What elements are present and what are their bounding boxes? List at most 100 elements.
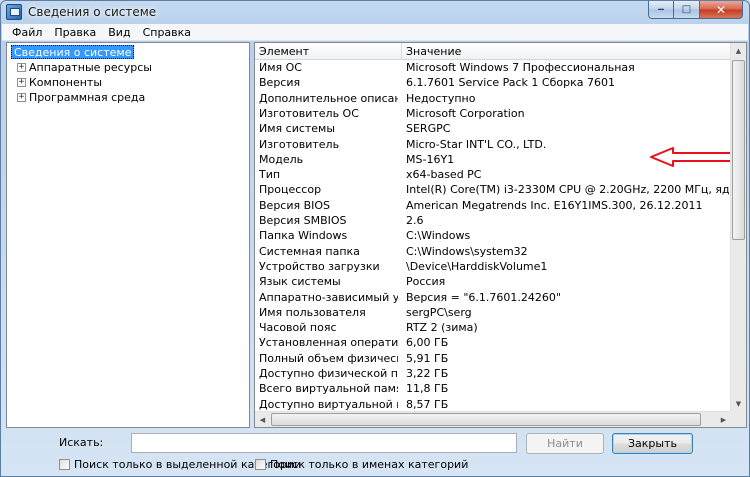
table-row[interactable]: Язык системы Россия (255, 274, 732, 289)
minimize-icon: ‒ (657, 4, 665, 15)
table-row[interactable]: Версия BIOS American Megatrends Inc. E16Y… (255, 198, 732, 213)
tree-item-components[interactable]: + Компоненты (17, 75, 102, 90)
grid-header: Элемент Значение (255, 43, 732, 60)
table-row[interactable]: Доступно виртуальной памяти 8,57 ГБ (255, 397, 732, 412)
expand-plus-icon[interactable]: + (17, 93, 26, 102)
expand-plus-icon[interactable]: + (17, 63, 26, 72)
details-grid: Элемент Значение Имя ОС Microsoft Windows… (254, 42, 747, 428)
tree-item-label: Программная среда (29, 91, 146, 104)
row-element-cell: Версия BIOS (259, 198, 331, 212)
table-row[interactable]: Устройство загрузки \Device\HarddiskVolum… (255, 259, 732, 274)
row-value-cell: Microsoft Windows 7 Профессиональная (406, 61, 635, 74)
row-element-cell: Полный объем физической па... (259, 351, 398, 365)
row-element-cell: Модель (259, 152, 304, 166)
row-value-cell: C:\Windows\system32 (406, 244, 528, 258)
table-row[interactable]: Имя системы SERGPC (255, 121, 732, 136)
table-row[interactable]: Доступно физической памяти 3,22 ГБ (255, 366, 732, 381)
scroll-down-button[interactable]: ▼ (731, 396, 746, 412)
row-element-cell: Версия SMBIOS (259, 214, 347, 227)
table-row[interactable]: Версия SMBIOS 2.6 (255, 213, 732, 228)
row-value-cell: Россия (406, 275, 446, 289)
maximize-button[interactable]: □ (674, 1, 700, 19)
arrow-right-icon: ▶ (720, 416, 727, 424)
grid-rows: Имя ОС Microsoft Windows 7 Профессиональн… (255, 60, 732, 412)
category-tree: Сведения о системе + Аппаратные ресурсы … (6, 42, 250, 428)
table-row[interactable]: Часовой пояс RTZ 2 (зима) (255, 320, 732, 335)
arrow-down-icon: ▼ (735, 400, 742, 408)
horizontal-scroll-thumb[interactable] (271, 413, 701, 426)
column-header-element[interactable]: Элемент (255, 43, 402, 60)
row-element-cell: Доступно виртуальной памяти (259, 397, 398, 411)
row-value-cell: 2.6 (406, 214, 424, 227)
checkbox[interactable] (59, 459, 70, 470)
row-element-cell: Дополнительное описание ОС (259, 91, 398, 105)
row-value-cell: 6.1.7601 Service Pack 1 Сборка 7601 (406, 76, 615, 90)
title-bar[interactable]: Сведения о системе ‒ □ ✕ (1, 1, 749, 23)
menu-file[interactable]: Файл (6, 26, 48, 39)
menu-edit[interactable]: Правка (48, 26, 102, 39)
row-element-cell: Язык системы (259, 275, 341, 289)
row-element-cell: Аппаратно-зависимый уровен... (259, 290, 398, 304)
row-element-cell: Изготовитель (259, 137, 340, 151)
row-value-cell: x64-based PC (406, 168, 482, 182)
table-row[interactable]: Папка Windows C:\Windows (255, 228, 732, 243)
option-category-names[interactable]: Поиск только в именах категорий (255, 458, 468, 471)
row-element-cell: Системная папка (259, 244, 360, 258)
row-value-cell: RTZ 2 (зима) (406, 321, 478, 335)
tree-item-hardware[interactable]: + Аппаратные ресурсы (17, 60, 152, 75)
row-value-cell: \Device\HarddiskVolume1 (406, 259, 548, 273)
table-row[interactable]: Процессор Intel(R) Core(TM) i3-2330M CPU … (255, 182, 732, 197)
row-element-cell: Тип (259, 168, 281, 182)
row-element-cell: Версия (259, 76, 301, 90)
row-value-cell: 3,22 ГБ (406, 367, 449, 380)
close-window-button[interactable]: ✕ (700, 1, 743, 19)
option-label: Поиск только в именах категорий (270, 458, 469, 471)
table-row[interactable]: Изготовитель ОС Microsoft Corporation (255, 106, 732, 121)
horizontal-scrollbar[interactable]: ◀ ▶ (255, 411, 732, 427)
scroll-right-button[interactable]: ▶ (716, 412, 731, 427)
expand-plus-icon[interactable]: + (17, 78, 26, 87)
row-element-cell: Имя системы (259, 122, 336, 136)
row-value-cell: American Megatrends Inc. E16Y1IMS.300, 2… (406, 198, 703, 212)
checkbox[interactable] (255, 459, 266, 470)
search-label: Искать: (59, 436, 104, 449)
scroll-up-button[interactable]: ▲ (731, 43, 746, 59)
row-value-cell: Недоступно (406, 91, 476, 105)
row-element-cell: Установленная оперативная п... (259, 336, 398, 350)
find-button[interactable]: Найти (526, 433, 604, 454)
table-row[interactable]: Имя пользователя sergPC\serg (255, 305, 732, 320)
table-row[interactable]: Полный объем физической па... 5,91 ГБ (255, 351, 732, 366)
system-info-window: Сведения о системе ‒ □ ✕ Файл Правка Вид… (0, 0, 750, 477)
search-input[interactable] (131, 433, 517, 453)
table-row[interactable]: Системная папка C:\Windows\system32 (255, 244, 732, 259)
row-value-cell: C:\Windows (406, 229, 471, 243)
vertical-scroll-thumb[interactable] (732, 60, 745, 240)
tree-item-label: Сведения о системе (11, 44, 135, 59)
table-row[interactable]: Имя ОС Microsoft Windows 7 Профессиональн… (255, 60, 732, 75)
scrollbar-corner (730, 411, 746, 427)
minimize-button[interactable]: ‒ (648, 1, 674, 19)
row-value-cell: Intel(R) Core(TM) i3-2330M CPU @ 2.20GHz… (406, 183, 732, 197)
row-element-cell: Имя пользователя (259, 305, 366, 319)
row-value-cell: sergPC\serg (406, 305, 472, 319)
table-row[interactable]: Установленная оперативная п... 6,00 ГБ (255, 335, 732, 350)
row-value-cell: SERGPC (406, 122, 451, 136)
row-element-cell: Папка Windows (259, 229, 348, 243)
vertical-scrollbar[interactable]: ▲ ▼ (730, 43, 746, 412)
table-row[interactable]: Всего виртуальной памяти 11,8 ГБ (255, 381, 732, 396)
menu-view[interactable]: Вид (102, 26, 136, 39)
table-row[interactable]: Дополнительное описание ОС Недоступно (255, 91, 732, 106)
scroll-left-button[interactable]: ◀ (255, 412, 270, 427)
close-button[interactable]: Закрыть (612, 433, 693, 454)
row-value-cell: 6,00 ГБ (406, 336, 449, 350)
table-row[interactable]: Тип x64-based PC (255, 167, 732, 182)
table-row[interactable]: Версия 6.1.7601 Service Pack 1 Сборка 760… (255, 75, 732, 90)
tree-item-software[interactable]: + Программная среда (17, 90, 145, 105)
row-value-cell: Версия = "6.1.7601.24260" (406, 290, 561, 304)
tree-item-system-summary[interactable]: Сведения о системе (11, 44, 135, 59)
column-header-value[interactable]: Значение (402, 43, 732, 60)
row-element-cell: Процессор (259, 183, 322, 197)
table-row[interactable]: Аппаратно-зависимый уровен... Версия = "6… (255, 290, 732, 305)
menu-help[interactable]: Справка (137, 26, 197, 39)
search-panel: Искать: Найти Закрыть Поиск только в выд… (1, 429, 749, 477)
